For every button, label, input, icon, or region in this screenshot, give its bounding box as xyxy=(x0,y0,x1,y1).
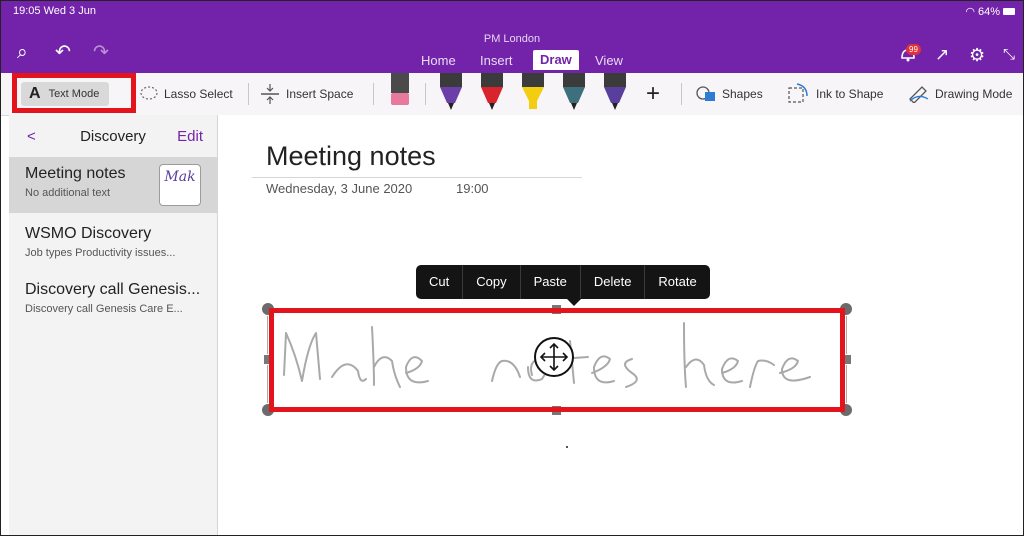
pen-red-icon[interactable] xyxy=(480,73,504,111)
page-thumbnail: Mak xyxy=(159,164,201,206)
toolbar-divider xyxy=(681,83,682,105)
redo-icon[interactable]: ↷ xyxy=(93,43,109,63)
tab-insert[interactable]: Insert xyxy=(480,53,513,68)
shapes-button[interactable]: Shapes xyxy=(695,73,763,115)
highlight-text-mode xyxy=(12,73,136,113)
onenote-window: 19:05 Wed 3 Jun ◠ 64% PM London ⌕ ↶ ↷ Ho… xyxy=(0,0,1024,536)
tab-home[interactable]: Home xyxy=(421,53,456,68)
title-underline xyxy=(252,177,582,178)
insert-space-button[interactable]: Insert Space xyxy=(259,73,353,115)
section-header: < Discovery Edit xyxy=(9,115,217,157)
page-time: 19:00 xyxy=(456,181,489,196)
page-title[interactable]: Meeting notes xyxy=(266,141,436,172)
page-item-subtitle: Discovery call Genesis Care E... xyxy=(25,303,183,315)
page-list-sidebar: < Discovery Edit Meeting notes No additi… xyxy=(9,115,218,535)
add-pen-button[interactable]: + xyxy=(646,73,660,115)
notebook-title: PM London xyxy=(483,33,541,45)
draw-toolbar: A Text Mode Lasso Select Insert Space + … xyxy=(1,73,1023,116)
page-item-meeting-notes[interactable]: Meeting notes No additional text Mak xyxy=(9,157,217,213)
highlight-ink-selection xyxy=(269,308,845,412)
edit-button[interactable]: Edit xyxy=(177,128,203,145)
pen-purple-icon[interactable] xyxy=(439,73,463,111)
ink-to-shape-button[interactable]: Ink to Shape xyxy=(787,73,883,115)
tab-view[interactable]: View xyxy=(595,53,623,68)
page-item-title: Discovery call Genesis... xyxy=(25,281,201,298)
title-bar: 19:05 Wed 3 Jun ◠ 64% PM London ⌕ ↶ ↷ Ho… xyxy=(1,1,1023,73)
share-icon[interactable]: ↗ xyxy=(935,45,949,65)
shapes-icon xyxy=(696,86,715,101)
ink-to-shape-label: Ink to Shape xyxy=(816,87,884,101)
status-time: 19:05 Wed 3 Jun xyxy=(13,5,96,17)
canvas-dot xyxy=(566,446,568,448)
copy-menu-item[interactable]: Copy xyxy=(463,265,521,299)
page-item-title: WSMO Discovery xyxy=(25,225,152,242)
context-menu-pointer xyxy=(566,298,582,306)
page-item-discovery-call[interactable]: Discovery call Genesis... Discovery call… xyxy=(9,273,217,325)
page-item-wsmo-discovery[interactable]: WSMO Discovery Job types Productivity is… xyxy=(9,217,217,269)
insert-space-icon xyxy=(261,84,279,104)
shapes-label: Shapes xyxy=(722,87,763,101)
lasso-select-label: Lasso Select xyxy=(164,87,233,101)
wifi-icon: ◠ xyxy=(965,6,975,18)
tab-draw[interactable]: Draw xyxy=(533,50,579,70)
paste-menu-item[interactable]: Paste xyxy=(521,265,581,299)
insert-space-label: Insert Space xyxy=(286,87,354,101)
undo-icon[interactable]: ↶ xyxy=(55,43,71,63)
toolbar-divider xyxy=(373,83,374,105)
eraser-icon[interactable] xyxy=(389,73,411,109)
page-item-subtitle: Job types Productivity issues... xyxy=(25,247,176,259)
settings-icon[interactable]: ⚙ xyxy=(969,45,985,65)
toolbar-divider xyxy=(425,83,426,105)
page-date: Wednesday, 3 June 2020 xyxy=(266,181,413,196)
drawing-mode-icon xyxy=(909,86,929,103)
context-menu: Cut Copy Paste Delete Rotate xyxy=(416,265,710,299)
search-icon[interactable]: ⌕ xyxy=(17,43,28,63)
toolbar-divider xyxy=(248,83,249,105)
pen-violet-icon[interactable] xyxy=(603,73,627,111)
notification-badge: 99 xyxy=(906,44,921,55)
delete-menu-item[interactable]: Delete xyxy=(581,265,646,299)
status-battery: ◠ 64% xyxy=(965,5,1015,18)
lasso-select-button[interactable]: Lasso Select xyxy=(139,73,233,115)
expand-icon[interactable]: ⤡ xyxy=(1003,45,1015,65)
battery-percent: 64% xyxy=(977,5,1000,18)
pen-teal-icon[interactable] xyxy=(562,73,586,111)
rotate-menu-item[interactable]: Rotate xyxy=(645,265,709,299)
drawing-mode-label: Drawing Mode xyxy=(935,87,1013,101)
cut-menu-item[interactable]: Cut xyxy=(416,265,464,299)
lasso-icon xyxy=(140,86,158,100)
drawing-mode-button[interactable]: Drawing Mode xyxy=(908,73,1012,115)
highlighter-yellow-icon[interactable] xyxy=(521,73,545,111)
ink-to-shape-icon xyxy=(788,83,808,103)
battery-icon xyxy=(1003,8,1015,15)
